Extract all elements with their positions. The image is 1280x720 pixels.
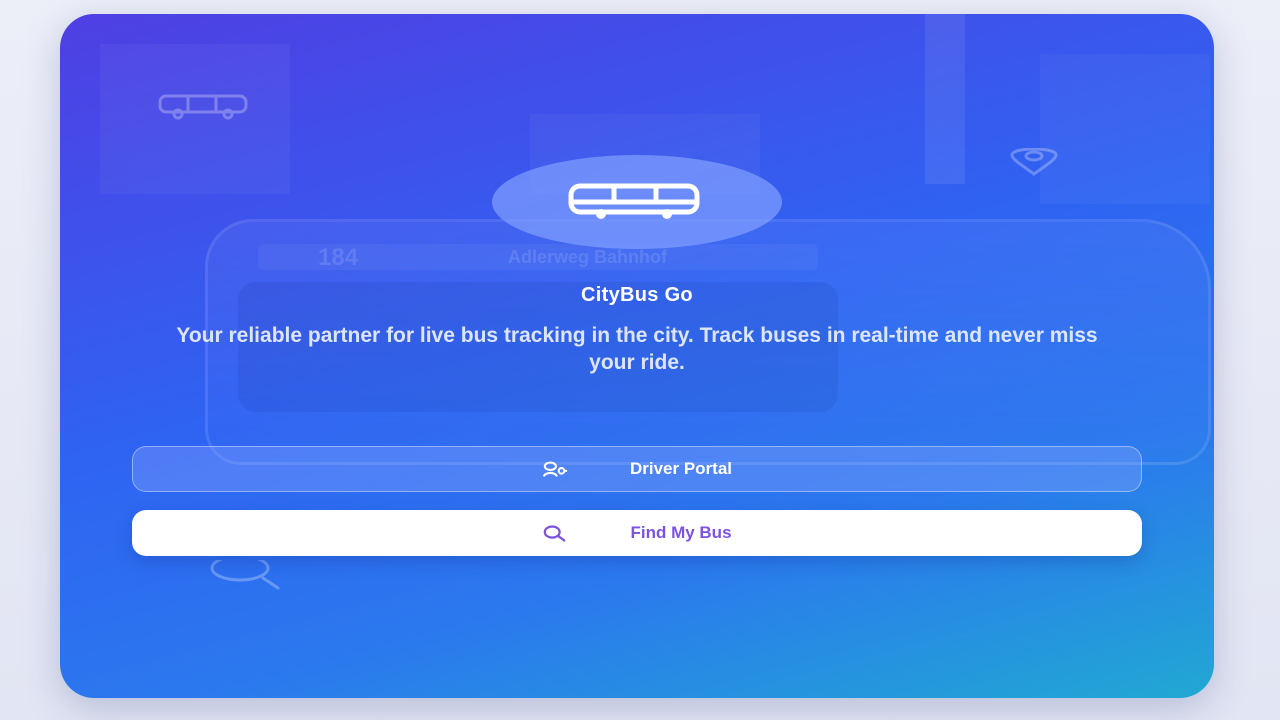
driver-portal-button[interactable]: Driver Portal xyxy=(132,446,1142,492)
bus-icon xyxy=(158,94,250,124)
driver-portal-label: Driver Portal xyxy=(629,459,733,478)
find-my-bus-label: Find My Bus xyxy=(630,523,732,542)
background-bus-sign: 184 Adlerweg Bahnhof xyxy=(258,244,818,271)
app-title: CityBus Go xyxy=(581,284,693,306)
app-tagline: Your reliable partner for live bus track… xyxy=(176,324,1098,374)
bus-sign-destination: Adlerweg Bahnhof xyxy=(508,247,668,267)
welcome-card: 184 Adlerweg Bahnhof CityBus Go Your rel… xyxy=(60,14,1214,698)
page-background: 184 Adlerweg Bahnhof CityBus Go Your rel… xyxy=(0,0,1280,720)
background-pole xyxy=(925,14,965,184)
location-pin-icon xyxy=(1002,147,1066,180)
find-my-bus-button[interactable]: Find My Bus xyxy=(132,510,1142,556)
hero-icon-badge xyxy=(492,155,782,249)
user-key-icon xyxy=(542,456,568,482)
background-building xyxy=(1040,54,1210,204)
search-icon xyxy=(542,520,568,546)
bus-sign-route: 184 xyxy=(318,244,359,271)
bus-icon xyxy=(568,183,700,219)
search-icon xyxy=(208,554,282,594)
